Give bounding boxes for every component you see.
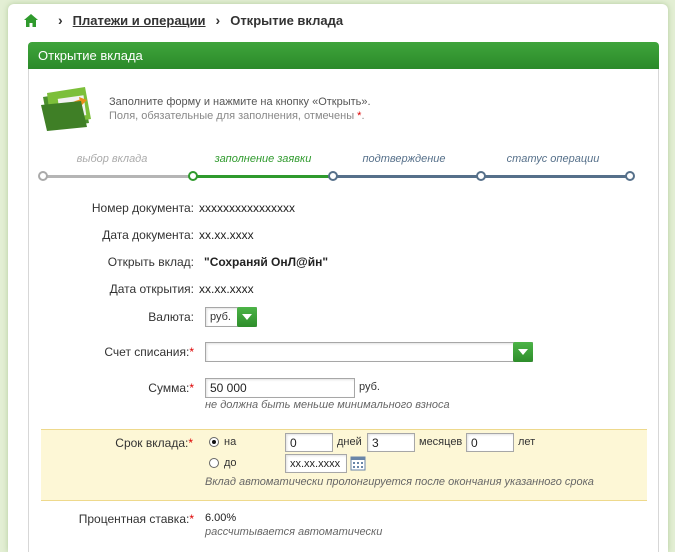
intro-line-2-end: . xyxy=(361,110,365,122)
term-radio-on[interactable] xyxy=(209,437,219,447)
term-radio-until[interactable] xyxy=(209,458,219,468)
deposit-folder-icon xyxy=(41,87,91,131)
step-dot-4 xyxy=(625,171,635,181)
required-mark: * xyxy=(189,512,194,526)
amount-label-text: Сумма: xyxy=(148,381,190,395)
term-note: Вклад автоматически пролонгируется после… xyxy=(205,476,594,488)
amount-label: Сумма:* xyxy=(148,381,194,395)
chevron-down-icon[interactable] xyxy=(513,342,533,362)
term-months-label: месяцев xyxy=(419,436,463,448)
account-label-text: Счет списания: xyxy=(104,345,190,359)
term-label-text: Срок вклада: xyxy=(115,436,189,450)
step-label-select: выбор вклада xyxy=(76,153,148,165)
chevron-down-icon[interactable] xyxy=(237,307,257,327)
step-dot-1 xyxy=(188,171,198,181)
doc-number-value: xxxxxxxxxxxxxxxx xyxy=(199,201,295,215)
step-dot-start xyxy=(38,171,48,181)
currency-label: Валюта: xyxy=(148,310,194,324)
term-days-input[interactable] xyxy=(285,433,333,452)
doc-number-label: Номер документа: xyxy=(91,201,194,215)
home-icon[interactable] xyxy=(24,12,40,28)
deposit-label: Открыть вклад: xyxy=(107,255,194,269)
term-days-label: дней xyxy=(337,436,362,448)
step-line-3 xyxy=(333,175,481,178)
required-mark: * xyxy=(188,436,193,450)
term-months-input[interactable] xyxy=(367,433,415,452)
intro-line-2-text: Поля, обязательные для заполнения, отмеч… xyxy=(109,110,358,122)
calendar-icon[interactable] xyxy=(350,455,366,471)
breadcrumb-separator-icon: › xyxy=(215,12,221,28)
term-radio-on-label: на xyxy=(224,436,237,448)
amount-input[interactable] xyxy=(205,378,355,398)
account-select[interactable] xyxy=(205,342,533,362)
term-until-date-input[interactable] xyxy=(285,454,347,473)
intro-line-2: Поля, обязательные для заполнения, отмеч… xyxy=(109,109,371,123)
intro-line-1: Заполните форму и нажмите на кнопку «Отк… xyxy=(109,96,371,108)
breadcrumb-link-payments[interactable]: Платежи и операции xyxy=(73,13,206,28)
rate-note: рассчитывается автоматически xyxy=(205,526,383,538)
intro-block: Заполните форму и нажмите на кнопку «Отк… xyxy=(39,83,371,131)
step-dot-2 xyxy=(328,171,338,181)
step-label-confirm: подтверждение xyxy=(362,153,446,165)
deposit-name: "Сохраняй ОнЛ@йн" xyxy=(204,255,329,269)
step-line-4 xyxy=(481,175,629,178)
step-line-1 xyxy=(43,175,193,178)
doc-date-label: Дата документа: xyxy=(102,228,194,242)
open-date-label: Дата открытия: xyxy=(109,282,194,296)
term-label: Срок вклада:* xyxy=(115,436,193,450)
rate-label-text: Процентная ставка: xyxy=(78,512,190,526)
doc-date-value: xx.xx.xxxx xyxy=(199,228,254,242)
step-label-status: статус операции xyxy=(506,153,600,165)
currency-select-value: руб. xyxy=(210,311,231,323)
deposit-form-panel: Заполните форму и нажмите на кнопку «Отк… xyxy=(28,69,659,552)
currency-select[interactable]: руб. xyxy=(205,307,257,327)
breadcrumb: › Платежи и операции › Открытие вклада xyxy=(24,10,343,30)
amount-unit: руб. xyxy=(359,381,380,393)
breadcrumb-separator-icon: › xyxy=(58,12,63,28)
account-label: Счет списания:* xyxy=(104,345,194,359)
progress-stepper: выбор вклада заполнение заявки подтвержд… xyxy=(29,153,660,183)
open-date-value: xx.xx.xxxx xyxy=(199,282,254,296)
rate-label: Процентная ставка:* xyxy=(79,512,194,526)
term-years-input[interactable] xyxy=(466,433,514,452)
breadcrumb-current: Открытие вклада xyxy=(230,12,344,28)
amount-note: не должна быть меньше минимального взнос… xyxy=(205,399,450,411)
step-dot-3 xyxy=(476,171,486,181)
term-radio-until-label: до xyxy=(224,457,237,469)
required-mark: * xyxy=(189,345,194,359)
panel-title: Открытие вклада xyxy=(28,42,659,69)
step-label-fill: заполнение заявки xyxy=(214,153,312,165)
step-line-2 xyxy=(193,175,333,178)
term-section: Срок вклада:* на дней месяцев лет до Вкл… xyxy=(41,429,647,501)
term-years-label: лет xyxy=(518,436,536,448)
required-mark: * xyxy=(189,381,194,395)
rate-value: 6.00% xyxy=(205,512,237,524)
